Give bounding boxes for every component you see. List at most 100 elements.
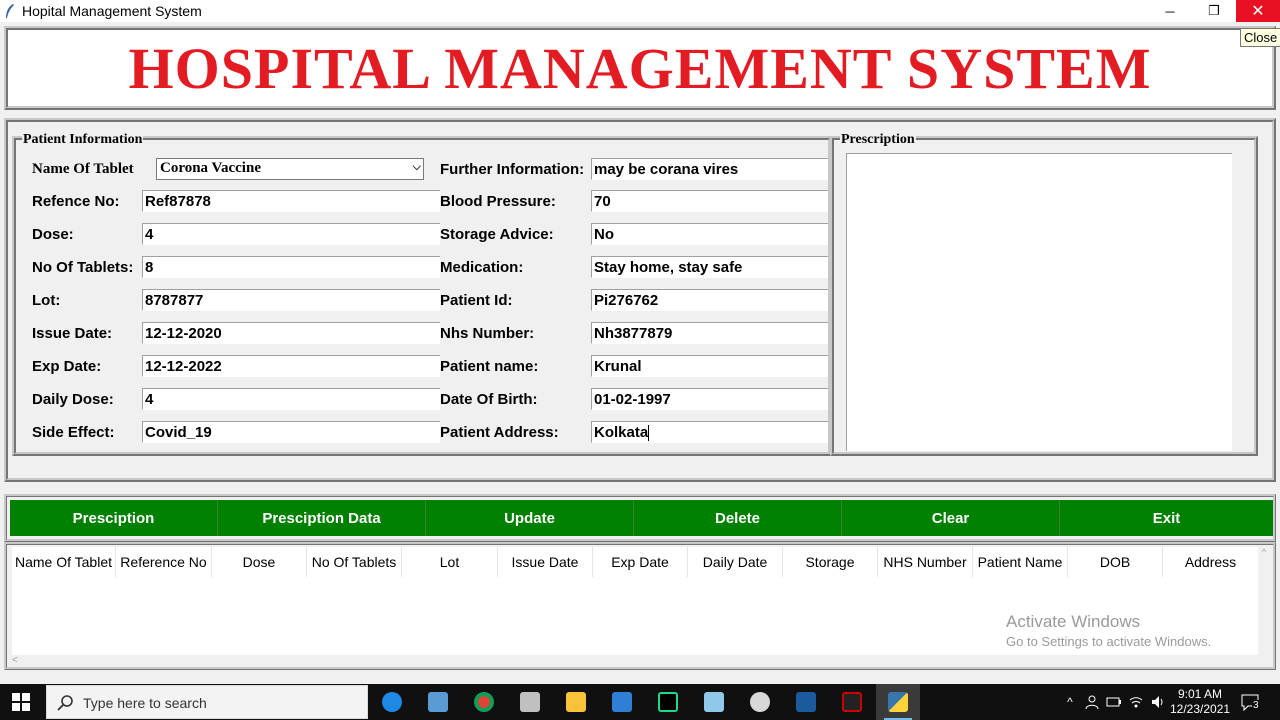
update-button[interactable]: Update	[426, 500, 634, 536]
prescription-data-button[interactable]: Presciption Data	[218, 500, 426, 536]
ref-no-field[interactable]: Ref87878	[142, 190, 440, 212]
medication-label: Medication:	[440, 259, 524, 276]
taskbar-app-button-11[interactable]	[830, 684, 874, 720]
patient-address-field[interactable]: Kolkata	[591, 421, 828, 443]
battery-icon[interactable]	[1106, 695, 1122, 709]
watermark-subtitle: Go to Settings to activate Windows.	[1006, 634, 1212, 649]
daily-dose-label: Daily Dose:	[32, 391, 114, 408]
tablet-name-combobox[interactable]: Corona Vaccine ⌵	[156, 158, 424, 180]
visual-studio-button[interactable]	[600, 684, 644, 720]
search-icon	[57, 695, 73, 711]
file-explorer-button[interactable]	[554, 684, 598, 720]
patient-address-label: Patient Address:	[440, 424, 559, 441]
side-effect-field[interactable]: Covid_19	[142, 421, 440, 443]
date-of-birth-field[interactable]: 01-02-1997	[591, 388, 828, 410]
patient-id-label: Patient Id:	[440, 292, 513, 309]
taskbar-app-button-2[interactable]	[416, 684, 460, 720]
patient-name-field[interactable]: Krunal	[591, 355, 828, 377]
taskbar-search-box[interactable]: Type here to search	[46, 685, 368, 719]
column-header-no-of-tablets[interactable]: No Of Tablets	[307, 547, 402, 577]
delete-button[interactable]: Delete	[634, 500, 842, 536]
taskbar-app-button-4[interactable]	[508, 684, 552, 720]
patient-information-title: Patient Information	[22, 132, 144, 148]
patient-name-label: Patient name:	[440, 358, 539, 375]
exp-date-field[interactable]: 12-12-2022	[142, 355, 440, 377]
medication-field[interactable]: Stay home, stay safe	[591, 256, 828, 278]
storage-advice-field[interactable]: No	[591, 223, 828, 245]
column-header-patient-name[interactable]: Patient Name	[973, 547, 1068, 577]
window-title: Hopital Management System	[22, 3, 202, 19]
volume-icon[interactable]	[1150, 694, 1166, 710]
notification-center-button[interactable]: 3	[1240, 692, 1260, 712]
pycharm-icon	[658, 692, 678, 712]
notepad-app-icon	[704, 692, 724, 712]
storage-advice-label: Storage Advice:	[440, 226, 554, 243]
activate-windows-watermark: Activate Windows Go to Settings to activ…	[1006, 612, 1211, 649]
column-header-lot[interactable]: Lot	[402, 547, 498, 577]
column-header-address[interactable]: Address	[1163, 547, 1258, 577]
tk-feather-icon	[6, 4, 14, 18]
dose-field[interactable]: 4	[142, 223, 440, 245]
blood-pressure-field[interactable]: 70	[591, 190, 828, 212]
column-header-storage[interactable]: Storage	[783, 547, 878, 577]
people-icon[interactable]	[1084, 694, 1100, 710]
nhs-number-field[interactable]: Nh3877879	[591, 322, 828, 344]
minimize-button[interactable]: ─	[1148, 0, 1192, 22]
vertical-scrollbar[interactable]: ^	[1258, 547, 1270, 655]
no-of-tablets-field[interactable]: 8	[142, 256, 440, 278]
scroll-left-arrow[interactable]: <	[12, 655, 18, 666]
chrome-app-button[interactable]	[462, 684, 506, 720]
maximize-button[interactable]: ❐	[1192, 0, 1236, 22]
wifi-icon[interactable]	[1128, 694, 1144, 710]
patient-id-field[interactable]: Pi276762	[591, 289, 828, 311]
further-information-field[interactable]: may be corana vires	[591, 158, 828, 180]
horizontal-scrollbar[interactable]: <	[12, 655, 1258, 667]
close-tooltip: Close	[1240, 28, 1280, 47]
computer-app-icon	[428, 692, 448, 712]
table-frame: Name Of Tablet Reference No Dose No Of T…	[4, 542, 1276, 670]
pycharm-button[interactable]	[646, 684, 690, 720]
close-button[interactable]: ✕	[1236, 0, 1280, 22]
python-app-button[interactable]	[876, 684, 920, 720]
paint-app-icon	[520, 692, 540, 712]
issue-date-field[interactable]: 12-12-2020	[142, 322, 440, 344]
window-titlebar: Hopital Management System ─ ❐ ✕	[0, 0, 1280, 22]
lot-field[interactable]: 8787877	[142, 289, 440, 311]
clear-button[interactable]: Clear	[842, 500, 1060, 536]
further-information-label: Further Information:	[440, 161, 585, 178]
patient-address-value: Kolkata	[594, 424, 649, 441]
column-header-dob[interactable]: DOB	[1068, 547, 1163, 577]
column-header-nhs-number[interactable]: NHS Number	[878, 547, 973, 577]
column-header-daily-date[interactable]: Daily Date	[688, 547, 783, 577]
recorder-app-icon	[842, 692, 862, 712]
visual-studio-icon	[612, 692, 632, 712]
prescription-textarea[interactable]	[846, 153, 1232, 451]
windows-start-icon[interactable]	[12, 693, 30, 711]
column-header-issue-date[interactable]: Issue Date	[498, 547, 593, 577]
taskbar-app-button-8[interactable]	[692, 684, 736, 720]
nhs-number-label: Nhs Number:	[440, 325, 535, 342]
column-header-exp-date[interactable]: Exp Date	[593, 547, 688, 577]
exit-button[interactable]: Exit	[1060, 500, 1273, 536]
blood-pressure-label: Blood Pressure:	[440, 193, 556, 210]
column-header-reference-no[interactable]: Reference No	[116, 547, 212, 577]
prescription-button[interactable]: Presciption	[10, 500, 218, 536]
paint-palette-icon	[750, 692, 770, 712]
tray-overflow-button[interactable]: ^	[1060, 684, 1080, 720]
notification-badge: 3	[1252, 700, 1260, 711]
page-title: HOSPITAL MANAGEMENT SYSTEM	[128, 35, 1152, 101]
chevron-down-icon[interactable]: ⌵	[413, 161, 421, 174]
daily-dose-field[interactable]: 4	[142, 388, 440, 410]
scroll-up-arrow[interactable]: ^	[1262, 547, 1266, 557]
clock-date: 12/23/2021	[1170, 702, 1231, 716]
python-icon	[888, 692, 908, 712]
windows-taskbar: Type here to search ^ 9:01 AM 12/23/2021…	[0, 684, 1280, 720]
column-header-dose[interactable]: Dose	[212, 547, 307, 577]
taskbar-app-button-10[interactable]	[784, 684, 828, 720]
taskbar-clock[interactable]: 9:01 AM 12/23/2021	[1170, 687, 1230, 717]
button-frame: Presciption Presciption Data Update Dele…	[4, 494, 1276, 542]
edge-app-button[interactable]	[370, 684, 414, 720]
text-cursor	[648, 425, 650, 442]
taskbar-app-button-9[interactable]	[738, 684, 782, 720]
column-header-tablet-name[interactable]: Name Of Tablet	[12, 547, 116, 577]
